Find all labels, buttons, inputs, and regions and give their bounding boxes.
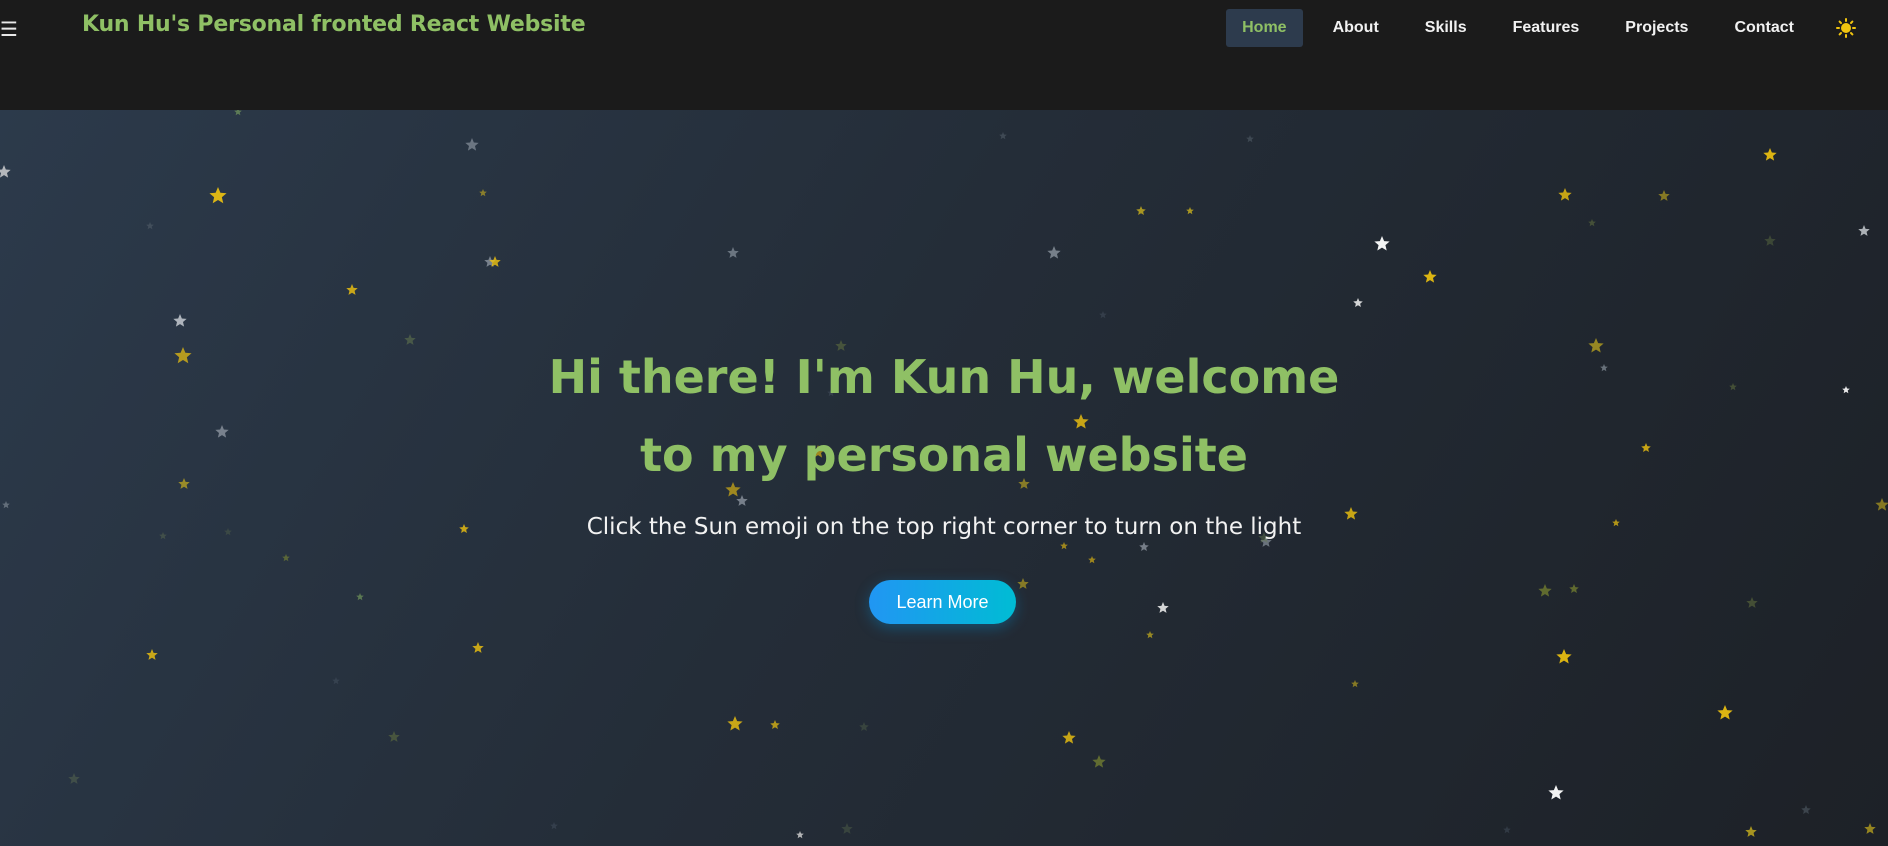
star-icon — [1764, 235, 1776, 246]
star-icon — [770, 720, 780, 730]
star-icon — [1503, 826, 1511, 834]
star-icon — [859, 722, 869, 732]
star-icon — [1047, 246, 1061, 259]
star-icon — [1548, 785, 1564, 800]
star-icon — [1842, 386, 1850, 394]
nav-contact[interactable]: Contact — [1718, 9, 1810, 47]
star-icon — [1801, 805, 1811, 815]
star-icon — [1146, 631, 1154, 639]
star-icon — [1186, 207, 1194, 215]
star-icon — [1717, 705, 1733, 720]
star-icon — [1569, 584, 1579, 594]
nav-features[interactable]: Features — [1497, 9, 1596, 47]
star-icon — [1729, 383, 1737, 391]
site-brand-title[interactable]: Kun Hu's Personal fronted React Website — [82, 12, 586, 37]
star-icon — [346, 284, 358, 295]
star-icon — [215, 425, 229, 438]
star-icon — [209, 187, 227, 204]
star-icon — [1641, 443, 1651, 453]
nav-projects[interactable]: Projects — [1609, 9, 1704, 47]
star-icon — [159, 532, 167, 540]
star-icon — [1157, 602, 1169, 613]
star-icon — [174, 347, 192, 364]
star-icon — [465, 138, 479, 151]
hero-subtitle: Click the Sun emoji on the top right cor… — [586, 514, 1302, 540]
nav-home[interactable]: Home — [1226, 9, 1303, 47]
star-icon — [234, 110, 242, 116]
star-icon — [1763, 148, 1777, 161]
star-icon — [1556, 649, 1572, 664]
nav-links: Home About Skills Features Projects Cont… — [1226, 9, 1888, 47]
star-icon — [224, 528, 232, 536]
star-icon — [841, 823, 853, 834]
star-icon — [1612, 519, 1620, 527]
star-icon — [1017, 578, 1029, 589]
star-icon — [68, 773, 80, 784]
star-icon — [727, 247, 739, 258]
star-icon — [1351, 680, 1359, 688]
star-icon — [146, 222, 154, 230]
learn-more-button[interactable]: Learn More — [869, 580, 1016, 624]
star-icon — [999, 132, 1007, 140]
star-icon — [550, 822, 558, 830]
star-icon — [1588, 338, 1604, 353]
star-icon — [1538, 584, 1552, 597]
star-icon — [1858, 225, 1870, 236]
star-icon — [1558, 188, 1572, 201]
star-icon — [1746, 597, 1758, 608]
star-icon — [472, 642, 484, 653]
star-icon — [1423, 270, 1437, 283]
hero-title: Hi there! I'm Kun Hu, welcome to my pers… — [548, 350, 1340, 482]
star-icon — [1136, 206, 1146, 216]
star-icon — [1864, 823, 1876, 834]
star-icon — [178, 478, 190, 489]
star-icon — [146, 649, 158, 660]
hero-section: Hi there! I'm Kun Hu, welcome to my pers… — [0, 110, 1888, 846]
star-icon — [1588, 219, 1596, 227]
star-icon — [1745, 826, 1757, 837]
star-icon — [727, 716, 743, 731]
nav-skills[interactable]: Skills — [1409, 9, 1483, 47]
star-icon — [796, 831, 804, 839]
star-icon — [282, 554, 290, 562]
star-icon — [736, 495, 748, 506]
star-icon — [1060, 542, 1068, 550]
star-icon — [173, 314, 187, 327]
star-icon — [356, 593, 364, 601]
star-icon — [0, 165, 11, 178]
star-icon — [1658, 190, 1670, 201]
sun-emoji-icon[interactable] — [1834, 16, 1858, 40]
star-icon — [1353, 298, 1363, 308]
star-icon — [479, 189, 487, 197]
star-icon — [1092, 755, 1106, 768]
nav-about[interactable]: About — [1317, 9, 1395, 47]
star-icon — [1062, 731, 1076, 744]
star-icon — [1088, 556, 1096, 564]
top-navbar: ☰ Kun Hu's Personal fronted React Websit… — [0, 0, 1888, 110]
star-icon — [404, 334, 416, 345]
hamburger-menu-icon[interactable]: ☰ — [0, 18, 22, 40]
star-icon — [1374, 236, 1390, 251]
star-icon — [1099, 311, 1107, 319]
star-icon — [1600, 364, 1608, 372]
star-icon — [1246, 135, 1254, 143]
star-icon — [332, 677, 340, 685]
star-icon — [388, 731, 400, 742]
star-icon — [1875, 498, 1888, 511]
star-icon — [1139, 542, 1149, 552]
star-icon — [2, 501, 10, 509]
